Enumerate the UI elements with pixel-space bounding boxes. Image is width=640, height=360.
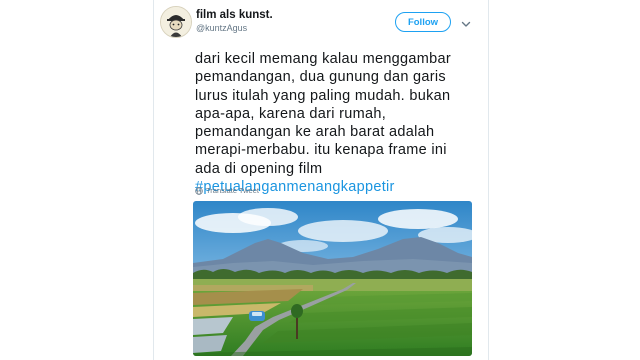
tweet-line: merapi-merbabu. itu kenapa frame ini	[195, 142, 447, 159]
display-name[interactable]: film als kunst.	[196, 9, 273, 21]
avatar-portrait-icon	[161, 7, 191, 37]
translate-tweet-label: Translate Tweet	[206, 186, 259, 195]
avatar[interactable]	[160, 6, 192, 38]
tweet-line: dari kecil memang kalau menggambar	[195, 51, 452, 67]
globe-icon	[195, 186, 203, 195]
tweet-line: pemandangan ke arah barat adalah	[195, 124, 435, 141]
landscape-photo	[193, 201, 472, 356]
tweet-line: apa-apa, karena dari rumah,	[195, 105, 387, 122]
tweet-text: dari kecil memang kalau menggambar peman…	[195, 50, 483, 196]
tweet-line: pemandangan, dua gunung dan garis	[195, 69, 446, 86]
tweet-page: film als kunst. @kuntzAgus Follow dari k…	[0, 0, 640, 360]
user-handle[interactable]: @kuntzAgus	[196, 23, 247, 33]
tweet-line: lurus itulah yang paling mudah. bukan	[195, 87, 451, 104]
translate-tweet-link[interactable]: Translate Tweet	[195, 186, 259, 195]
tweet-photo[interactable]	[193, 201, 472, 356]
tweet-line: ada di opening film	[195, 160, 323, 177]
chevron-down-icon[interactable]	[461, 16, 471, 27]
follow-button[interactable]: Follow	[395, 12, 451, 32]
